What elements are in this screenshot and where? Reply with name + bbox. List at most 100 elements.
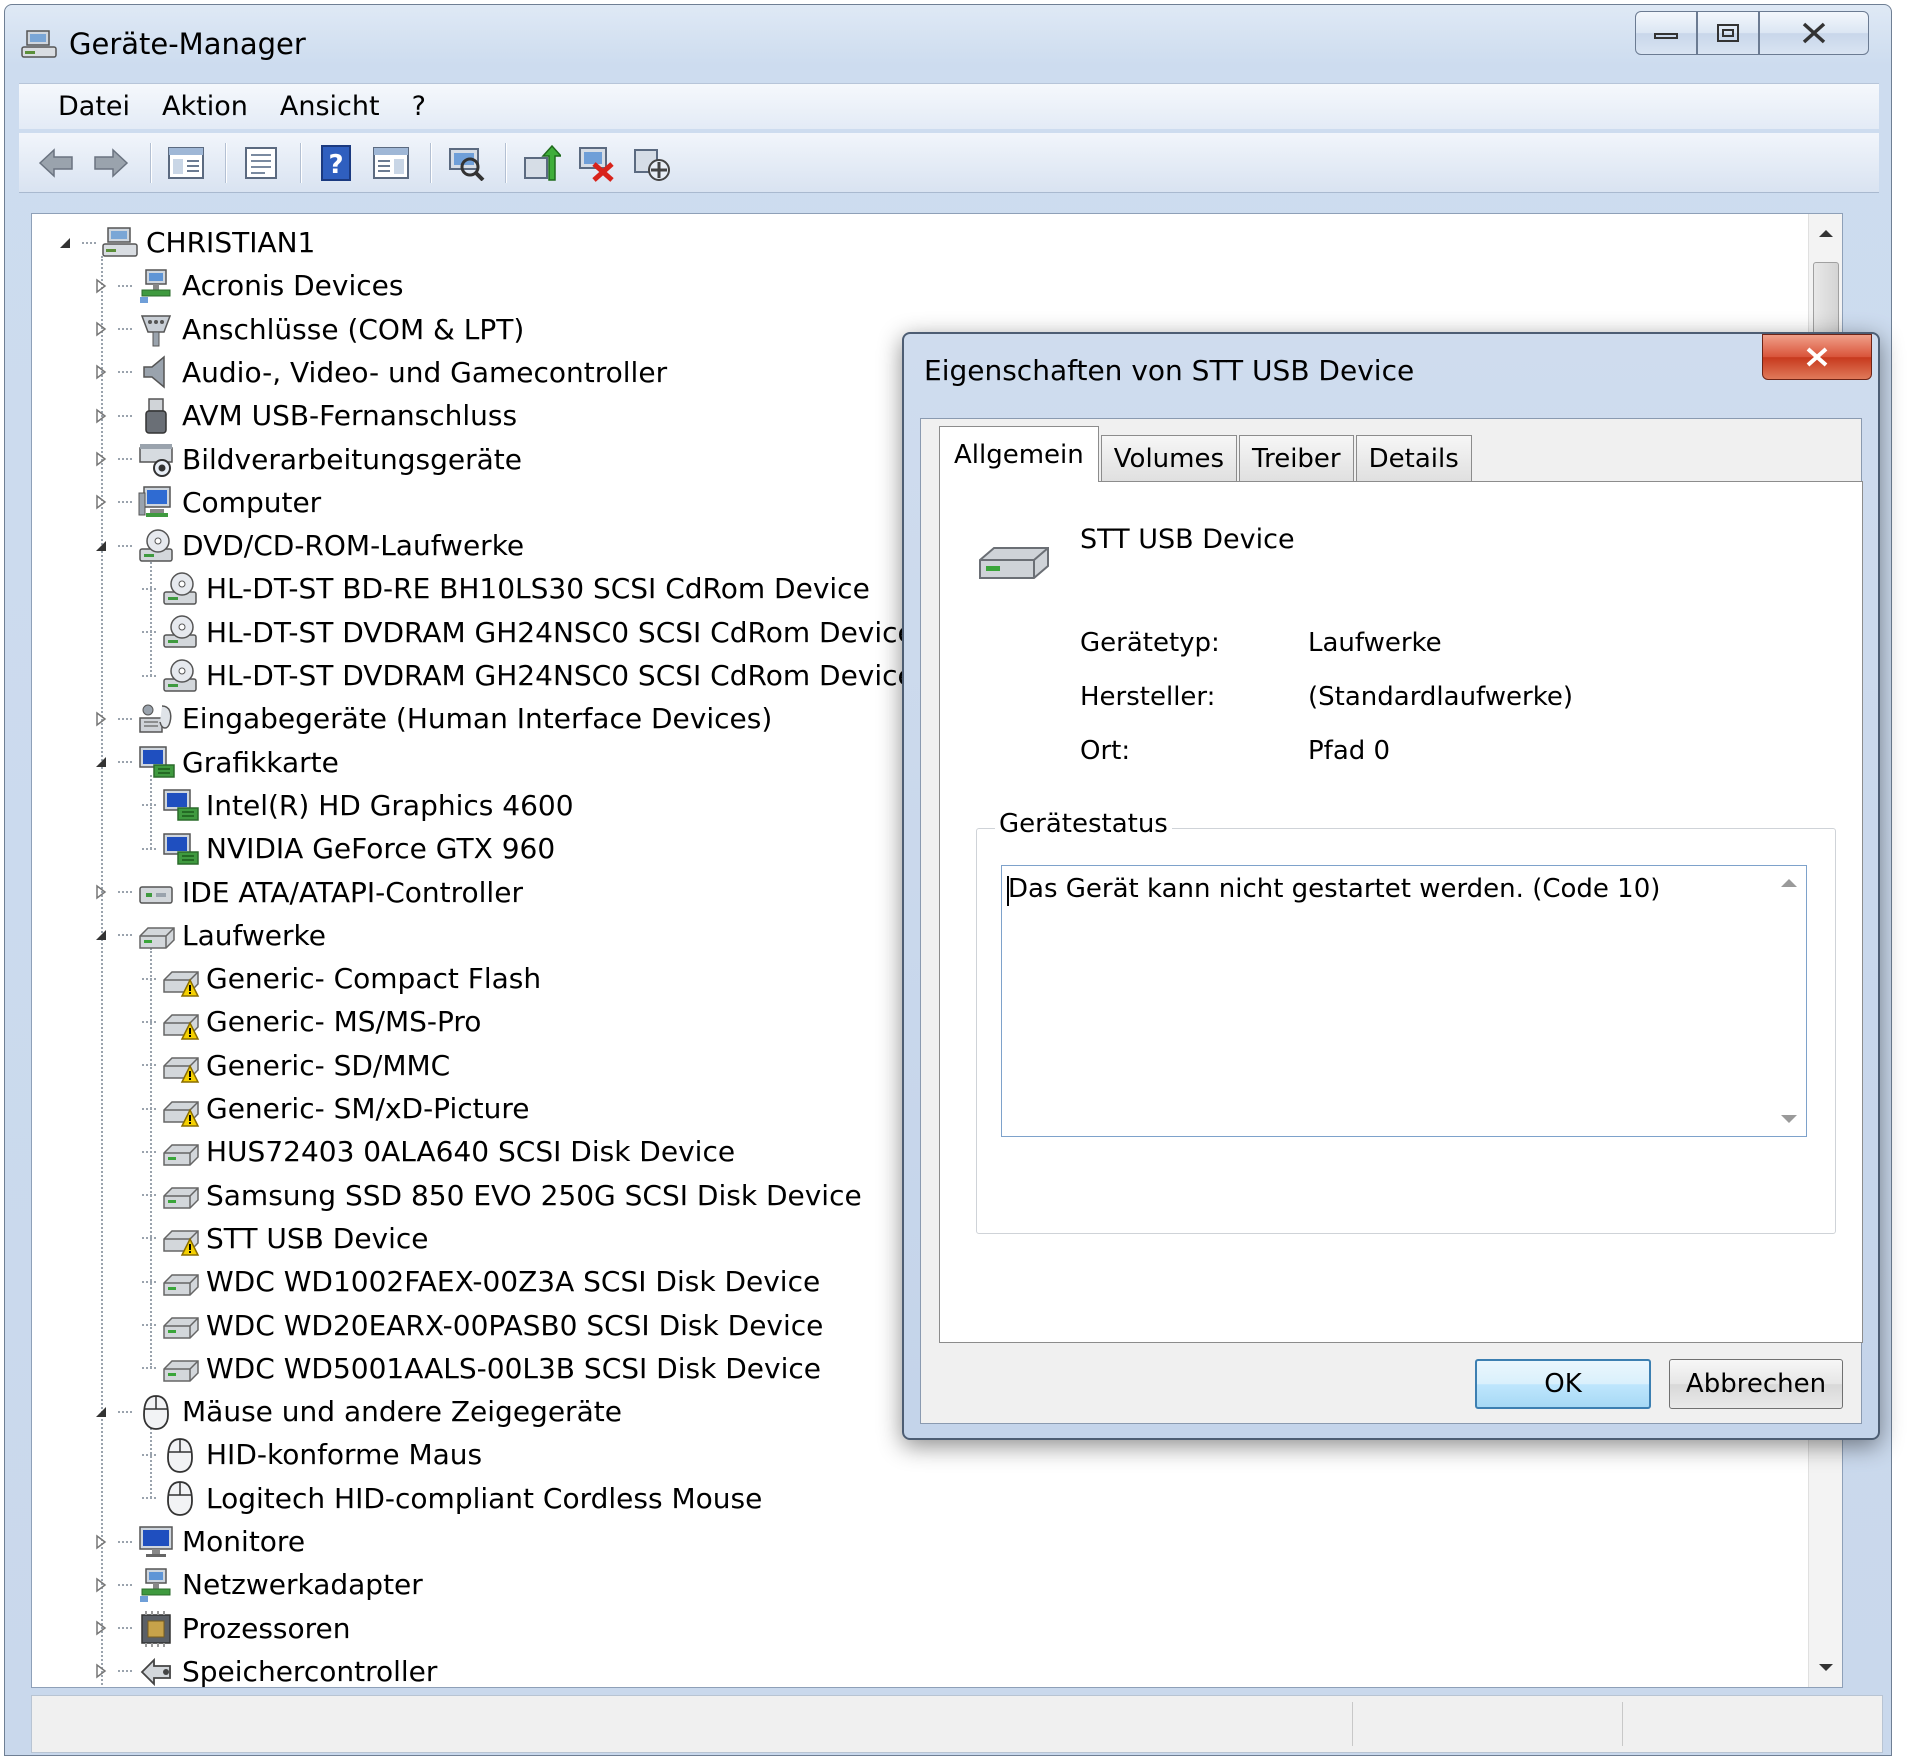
restore-button[interactable] xyxy=(1697,11,1759,55)
tree-item-label: WDC WD1002FAEX-00Z3A SCSI Disk Device xyxy=(206,1265,821,1299)
tree-category-computer[interactable]: Computer xyxy=(92,481,321,524)
tree-item-label: Samsung SSD 850 EVO 250G SCSI Disk Devic… xyxy=(206,1178,862,1212)
tree-device-wdc-wd1002faex-00z3a-scsi-disk-device[interactable]: WDC WD1002FAEX-00Z3A SCSI Disk Device xyxy=(142,1260,820,1303)
tree-category-acronis-devices[interactable]: Acronis Devices xyxy=(92,264,403,307)
collapsed-triangle-icon[interactable] xyxy=(92,1533,110,1551)
tree-category-audio-video-und-gamecontroller[interactable]: Audio-, Video- und Gamecontroller xyxy=(92,351,667,394)
toolbar-separator xyxy=(225,142,227,183)
tree-device-generic-sm-xd-picture[interactable]: Generic- SM/xD-Picture xyxy=(142,1087,529,1130)
tree-device-hl-dt-st-bd-re-bh10ls30-scsi-cdrom-device[interactable]: HL-DT-ST BD-RE BH10LS30 SCSI CdRom Devic… xyxy=(142,567,870,610)
expanded-triangle-icon[interactable] xyxy=(92,1403,110,1421)
cancel-button[interactable]: Abbrechen xyxy=(1669,1359,1843,1409)
tree-device-hl-dt-st-dvdram-gh24nsc0-scsi-cdrom-device[interactable]: HL-DT-ST DVDRAM GH24NSC0 SCSI CdRom Devi… xyxy=(142,654,915,697)
tree-device-samsung-ssd-850-evo-250g-scsi-disk-device[interactable]: Samsung SSD 850 EVO 250G SCSI Disk Devic… xyxy=(142,1174,862,1217)
device-type-label: Gerätetyp: xyxy=(1080,628,1220,658)
device-status-textbox[interactable]: Das Gerät kann nicht gestartet werden. (… xyxy=(1001,865,1807,1137)
tree-device-hl-dt-st-dvdram-gh24nsc0-scsi-cdrom-device[interactable]: HL-DT-ST DVDRAM GH24NSC0 SCSI CdRom Devi… xyxy=(142,611,915,654)
tree-category-anschl-sse-com-lpt[interactable]: Anschlüsse (COM & LPT) xyxy=(92,308,524,351)
tree-device-wdc-wd5001aals-00l3b-scsi-disk-device[interactable]: WDC WD5001AALS-00L3B SCSI Disk Device xyxy=(142,1347,821,1390)
tree-item-label: AVM USB-Fernanschluss xyxy=(182,399,518,433)
menu-datei[interactable]: Datei xyxy=(45,91,143,122)
collapsed-triangle-icon[interactable] xyxy=(92,363,110,381)
tree-device-generic-sd-mmc[interactable]: Generic- SD/MMC xyxy=(142,1044,450,1087)
tree-category-grafikkarte[interactable]: Grafikkarte xyxy=(92,741,339,784)
expanded-triangle-icon[interactable] xyxy=(92,753,110,771)
dialog-close-button[interactable] xyxy=(1762,334,1872,380)
computer-icon xyxy=(138,486,171,518)
tree-root[interactable]: CHRISTIAN1 xyxy=(56,221,315,264)
tree-device-generic-ms-ms-pro[interactable]: Generic- MS/MS-Pro xyxy=(142,1000,481,1043)
collapsed-triangle-icon[interactable] xyxy=(92,407,110,425)
tree-category-avm-usb-fernanschluss[interactable]: AVM USB-Fernanschluss xyxy=(92,394,517,437)
chevron-up-icon[interactable] xyxy=(1780,876,1798,888)
menu-ansicht[interactable]: Ansicht xyxy=(267,91,393,122)
tree-category-prozessoren[interactable]: Prozessoren xyxy=(92,1607,351,1650)
tree-category-laufwerke[interactable]: Laufwerke xyxy=(92,914,326,957)
collapsed-triangle-icon[interactable] xyxy=(92,1619,110,1637)
tab-allgemein[interactable]: Allgemein xyxy=(939,426,1099,482)
title-bar[interactable]: Geräte-Manager xyxy=(5,5,1891,77)
tree-category-speichercontroller[interactable]: Speichercontroller xyxy=(92,1650,437,1687)
tree-device-nvidia-geforce-gtx-960[interactable]: NVIDIA GeForce GTX 960 xyxy=(142,827,555,870)
tree-item-label: Prozessoren xyxy=(182,1611,351,1645)
tree-device-hid-konforme-maus[interactable]: HID-konforme Maus xyxy=(142,1433,482,1476)
tree-category-ide-ata-atapi-controller[interactable]: IDE ATA/ATAPI-Controller xyxy=(92,871,523,914)
collapsed-triangle-icon[interactable] xyxy=(92,1662,110,1680)
status-scrollbar[interactable] xyxy=(1772,866,1806,1136)
tree-item-label: Grafikkarte xyxy=(182,745,339,779)
back-arrow-icon xyxy=(38,147,73,178)
collapsed-triangle-icon[interactable] xyxy=(92,883,110,901)
tree-category-netzwerkadapter[interactable]: Netzwerkadapter xyxy=(92,1563,423,1606)
tree-category-eingabeger-te-human-interface-devices[interactable]: Eingabegeräte (Human Interface Devices) xyxy=(92,697,772,740)
chevron-down-icon[interactable] xyxy=(1780,1114,1798,1126)
collapsed-triangle-icon[interactable] xyxy=(92,710,110,728)
drive-warning-icon xyxy=(163,1100,200,1127)
tab-volumes[interactable]: Volumes xyxy=(1100,435,1238,481)
tree-device-intel-r-hd-graphics-4600[interactable]: Intel(R) HD Graphics 4600 xyxy=(142,784,574,827)
expanded-triangle-icon[interactable] xyxy=(92,926,110,944)
toolbar: ? xyxy=(19,133,1879,193)
show-hide-tree-button[interactable] xyxy=(161,138,211,188)
collapsed-triangle-icon[interactable] xyxy=(92,450,110,468)
drive-warning-icon xyxy=(163,1014,200,1040)
collapsed-triangle-icon[interactable] xyxy=(92,1576,110,1594)
tree-category-dvd-cd-rom-laufwerke[interactable]: DVD/CD-ROM-Laufwerke xyxy=(92,524,524,567)
help-button[interactable]: ? xyxy=(311,138,361,188)
tree-category-bildverarbeitungsger-te[interactable]: Bildverarbeitungsgeräte xyxy=(92,438,522,481)
scroll-down-button[interactable] xyxy=(1809,1651,1842,1685)
tab-details[interactable]: Details xyxy=(1355,435,1472,481)
forward-button[interactable] xyxy=(86,138,136,188)
tree-device-generic-compact-flash[interactable]: Generic- Compact Flash xyxy=(142,957,541,1000)
disable-device-button[interactable] xyxy=(626,138,676,188)
collapsed-triangle-icon[interactable] xyxy=(92,277,110,295)
drive-icon xyxy=(163,1317,199,1339)
cdrom-icon xyxy=(163,658,197,692)
minimize-button[interactable] xyxy=(1635,11,1697,55)
display-adapter-icon xyxy=(163,832,199,865)
ok-button[interactable]: OK xyxy=(1475,1359,1651,1409)
collapsed-triangle-icon[interactable] xyxy=(92,320,110,338)
menu-help[interactable]: ? xyxy=(399,91,439,122)
tree-device-logitech-hid-compliant-cordless-mouse[interactable]: Logitech HID-compliant Cordless Mouse xyxy=(142,1477,762,1520)
drive-icon xyxy=(163,1144,199,1166)
tree-item-label: WDC WD20EARX-00PASB0 SCSI Disk Device xyxy=(206,1308,824,1342)
back-button[interactable] xyxy=(31,138,81,188)
tree-device-stt-usb-device[interactable]: STT USB Device xyxy=(142,1217,429,1260)
scroll-up-button[interactable] xyxy=(1809,216,1842,250)
collapsed-triangle-icon[interactable] xyxy=(92,493,110,511)
tree-category-monitore[interactable]: Monitore xyxy=(92,1520,305,1563)
tree-category-m-use-und-andere-zeigeger-te[interactable]: Mäuse und andere Zeigegeräte xyxy=(92,1390,622,1433)
uninstall-button[interactable] xyxy=(571,138,621,188)
properties-button[interactable] xyxy=(236,138,286,188)
close-button[interactable] xyxy=(1759,11,1869,55)
dialog-title: Eigenschaften von STT USB Device xyxy=(924,354,1415,387)
expanded-triangle-icon[interactable] xyxy=(92,537,110,555)
update-driver-button[interactable] xyxy=(516,138,566,188)
expanded-triangle-icon[interactable] xyxy=(56,234,74,252)
action-pane-button[interactable] xyxy=(366,138,416,188)
menu-aktion[interactable]: Aktion xyxy=(149,91,261,122)
tree-device-hus72403-0ala640-scsi-disk-device[interactable]: HUS72403 0ALA640 SCSI Disk Device xyxy=(142,1130,735,1173)
tab-treiber[interactable]: Treiber xyxy=(1239,435,1354,481)
tree-device-wdc-wd20earx-00pasb0-scsi-disk-device[interactable]: WDC WD20EARX-00PASB0 SCSI Disk Device xyxy=(142,1304,823,1347)
scan-hardware-button[interactable] xyxy=(441,138,491,188)
